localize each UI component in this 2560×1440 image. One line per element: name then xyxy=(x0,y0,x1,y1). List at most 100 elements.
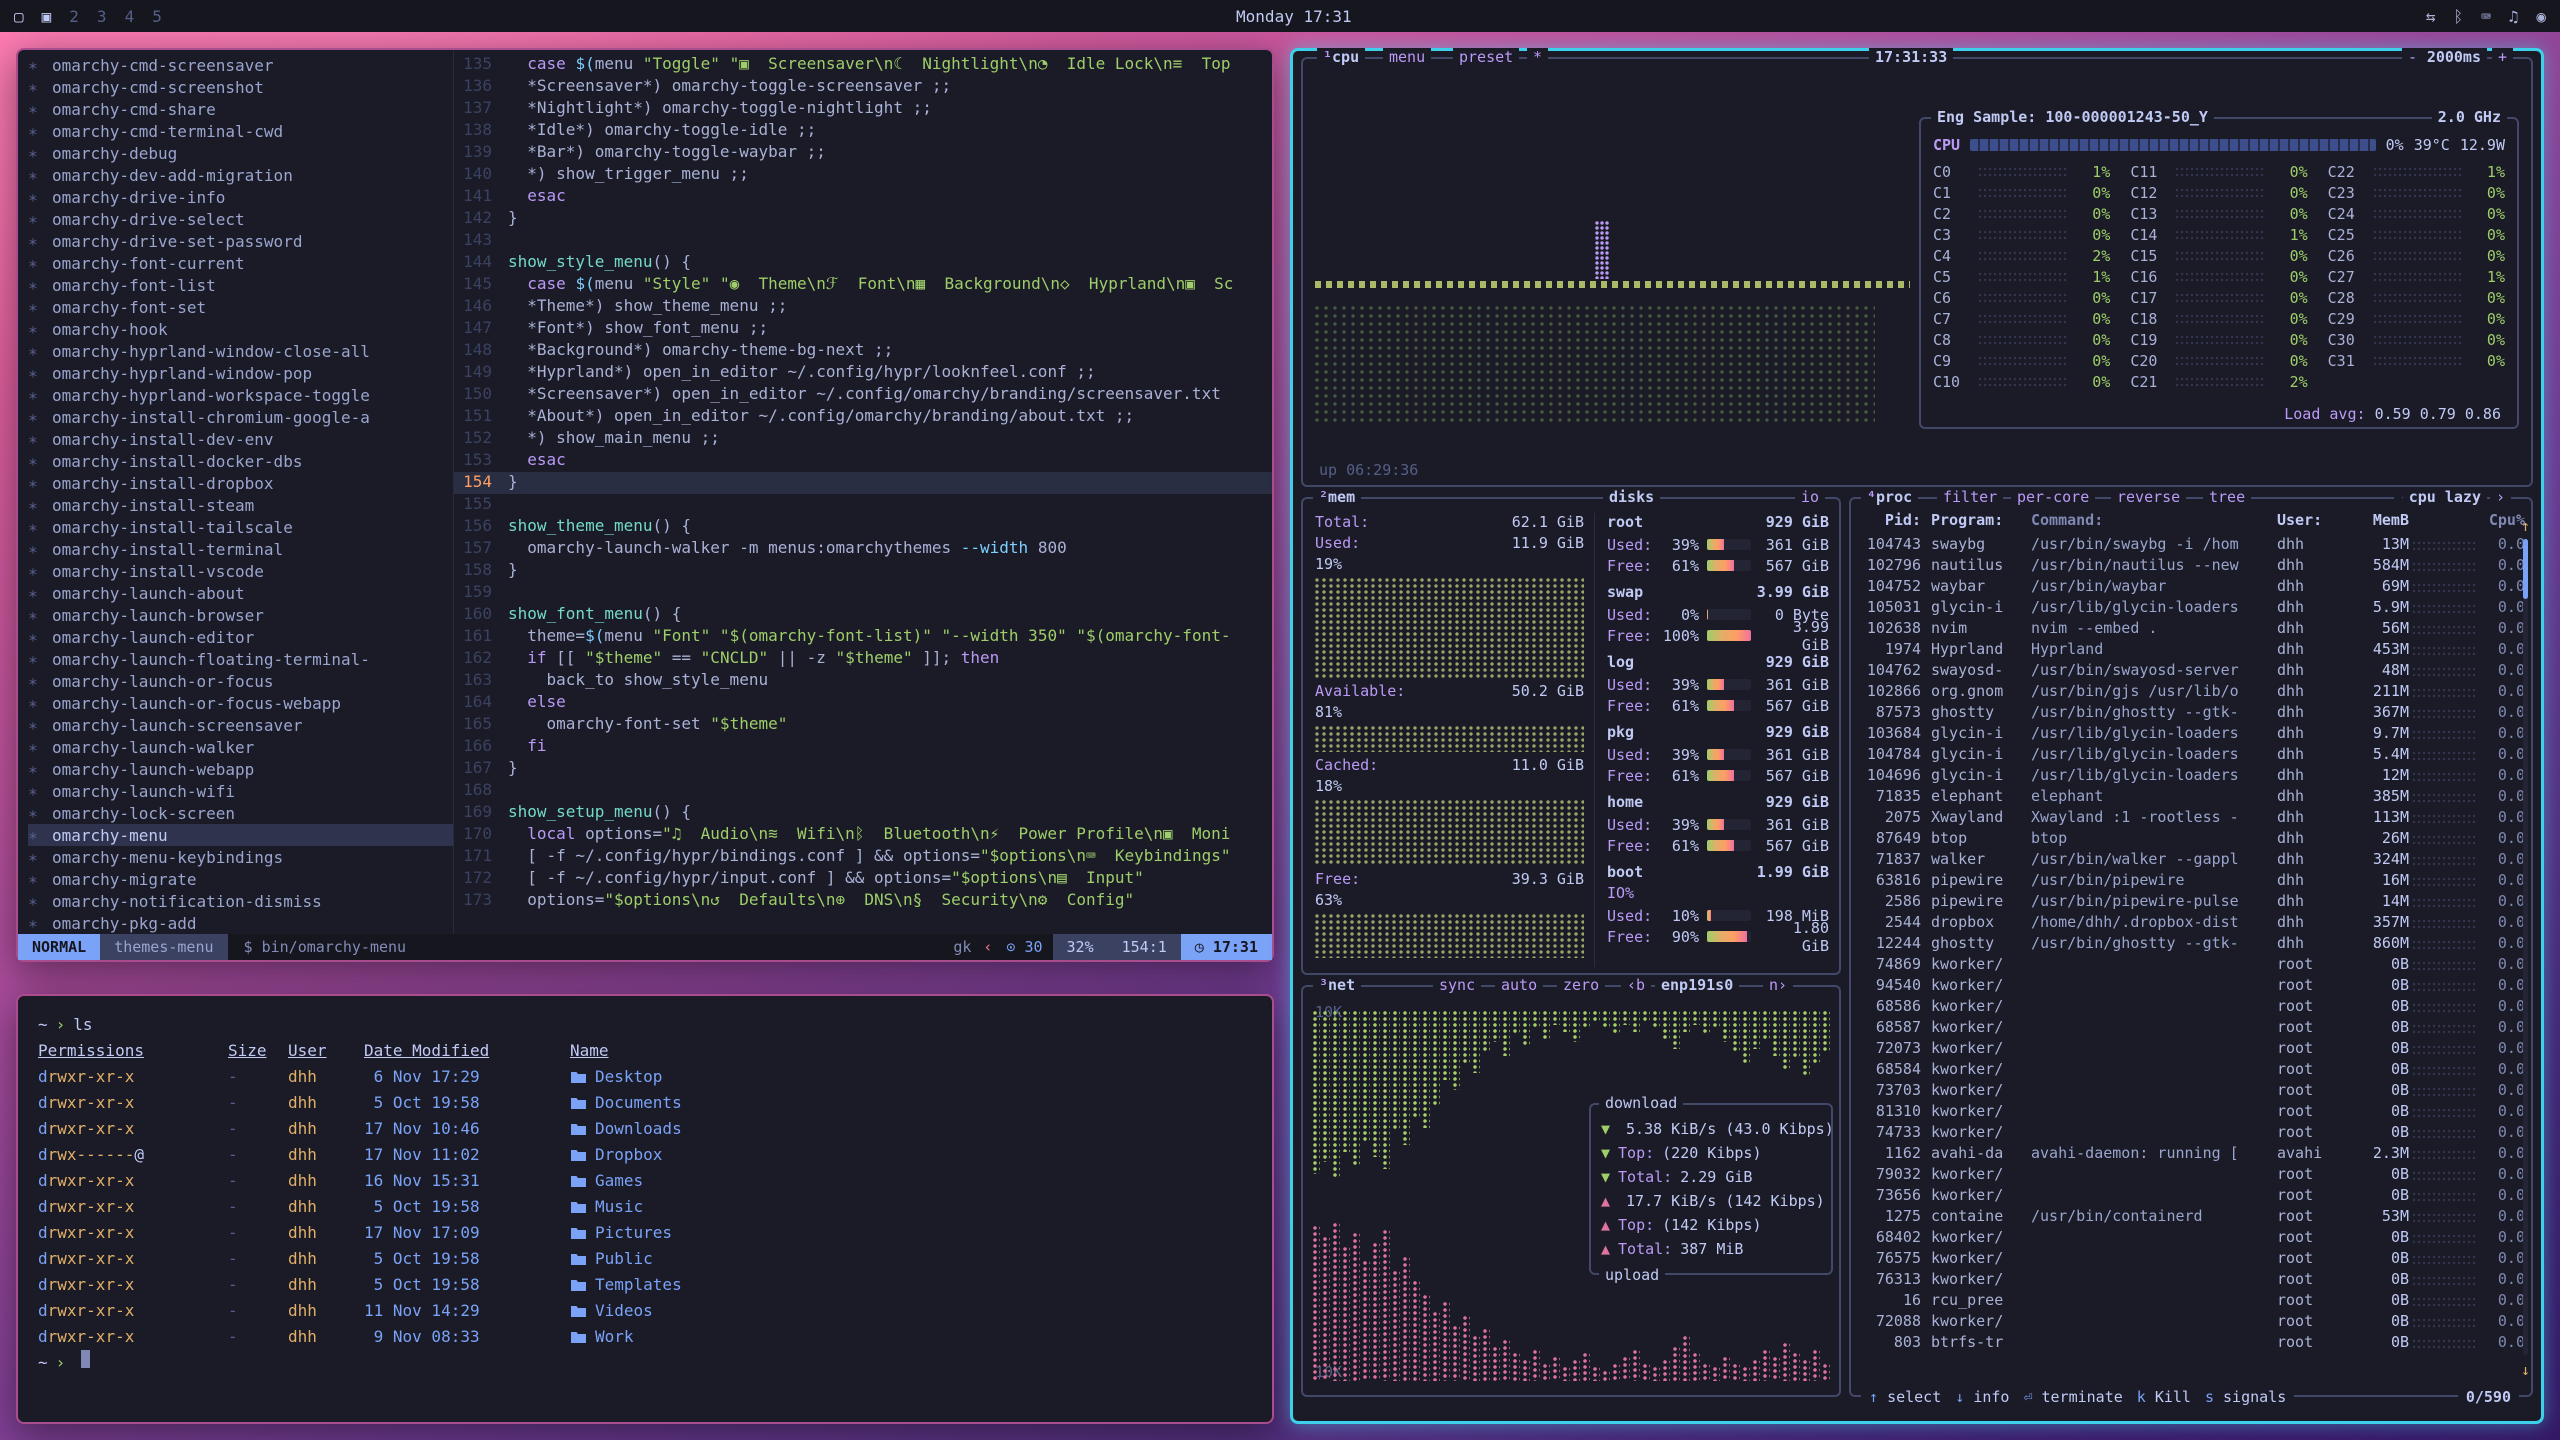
proc-row[interactable]: 72088 kworker/ root 0B 0.0 xyxy=(1859,1312,2525,1333)
iface-prev-button[interactable]: ‹b xyxy=(1621,976,1651,994)
tree-item[interactable]: ∗ omarchy-install-tailscale xyxy=(28,516,453,538)
tree-item[interactable]: ∗ omarchy-cmd-share xyxy=(28,98,453,120)
proc-row[interactable]: 102866 org.gnom /usr/bin/gjs /usr/lib/o … xyxy=(1859,682,2525,703)
proc-row[interactable]: 68402 kworker/ root 0B 0.0 xyxy=(1859,1228,2525,1249)
preset-button[interactable]: preset xyxy=(1453,48,1519,66)
tree-item[interactable]: ∗ omarchy-launch-browser xyxy=(28,604,453,626)
tree-item[interactable]: ∗ omarchy-hook xyxy=(28,318,453,340)
proc-row[interactable]: 87649 btop btop dhh 26M 0.0 xyxy=(1859,829,2525,850)
proc-row[interactable]: 2586 pipewire /usr/bin/pipewire-pulse dh… xyxy=(1859,892,2525,913)
io-mode-button[interactable]: io xyxy=(1795,488,1825,506)
proc-row[interactable]: 87573 ghostty /usr/bin/ghostty --gtk- dh… xyxy=(1859,703,2525,724)
proc-row[interactable]: 2544 dropbox /home/dhh/.dropbox-dist dhh… xyxy=(1859,913,2525,934)
tree-item[interactable]: ∗ omarchy-notification-dismiss xyxy=(28,890,453,912)
footer-key-button[interactable]: ↑ select xyxy=(1869,1388,1941,1406)
tree-item[interactable]: ∗ omarchy-lock-screen xyxy=(28,802,453,824)
workspace-item[interactable]: 5 xyxy=(152,7,162,26)
tray-icon[interactable]: ᛒ xyxy=(2453,7,2463,26)
tree-item[interactable]: ∗ omarchy-hyprland-window-pop xyxy=(28,362,453,384)
tree-item[interactable]: ∗ omarchy-drive-select xyxy=(28,208,453,230)
tree-item[interactable]: ∗ omarchy-drive-set-password xyxy=(28,230,453,252)
tree-item[interactable]: ∗ omarchy-install-steam xyxy=(28,494,453,516)
proc-row[interactable]: 74733 kworker/ root 0B 0.0 xyxy=(1859,1123,2525,1144)
tree-item[interactable]: ∗ omarchy-font-current xyxy=(28,252,453,274)
proc-row[interactable]: 79032 kworker/ root 0B 0.0 xyxy=(1859,1165,2525,1186)
net-auto-button[interactable]: auto xyxy=(1495,976,1543,994)
proc-row[interactable]: 104696 glycin-i /usr/lib/glycin-loaders … xyxy=(1859,766,2525,787)
proc-row[interactable]: 104784 glycin-i /usr/lib/glycin-loaders … xyxy=(1859,745,2525,766)
tray-icon[interactable]: ♫ xyxy=(2509,7,2519,26)
file-tree[interactable]: ∗ omarchy-cmd-screensaver ∗ omarchy-cmd-… xyxy=(18,50,454,934)
proc-row[interactable]: 1275 containe /usr/bin/containerd root 5… xyxy=(1859,1207,2525,1228)
tree-item[interactable]: ∗ omarchy-install-dev-env xyxy=(28,428,453,450)
tree-item[interactable]: ∗ omarchy-install-docker-dbs xyxy=(28,450,453,472)
tree-item[interactable]: ∗ omarchy-font-set xyxy=(28,296,453,318)
proc-row[interactable]: 76313 kworker/ root 0B 0.0 xyxy=(1859,1270,2525,1291)
tree-item[interactable]: ∗ omarchy-launch-wifi xyxy=(28,780,453,802)
footer-key-button[interactable]: ↓ info xyxy=(1955,1388,2009,1406)
scroll-up-icon[interactable]: ↑ xyxy=(2521,517,2530,535)
proc-row[interactable]: 73703 kworker/ root 0B 0.0 xyxy=(1859,1081,2525,1102)
tree-item[interactable]: ∗ omarchy-launch-editor xyxy=(28,626,453,648)
tree-item[interactable]: ∗ omarchy-launch-about xyxy=(28,582,453,604)
tree-item[interactable]: ∗ omarchy-launch-or-focus-webapp xyxy=(28,692,453,714)
tree-item[interactable]: ∗ omarchy-install-dropbox xyxy=(28,472,453,494)
workspace-item[interactable]: 3 xyxy=(97,7,107,26)
proc-row[interactable]: 2075 Xwayland Xwayland :1 -rootless - dh… xyxy=(1859,808,2525,829)
proc-row[interactable]: 16 rcu_pree root 0B 0.0 xyxy=(1859,1291,2525,1312)
proc-row[interactable]: 803 btrfs-tr root 0B 0.0 xyxy=(1859,1333,2525,1354)
net-zero-button[interactable]: zero xyxy=(1557,976,1605,994)
tree-item[interactable]: ∗ omarchy-debug xyxy=(28,142,453,164)
footer-key-button[interactable]: s signals xyxy=(2205,1388,2286,1406)
proc-row[interactable]: 105031 glycin-i /usr/lib/glycin-loaders … xyxy=(1859,598,2525,619)
scroll-down-icon[interactable]: ↓ xyxy=(2521,1361,2530,1379)
proc-row[interactable]: 103684 glycin-i /usr/lib/glycin-loaders … xyxy=(1859,724,2525,745)
terminal-window[interactable]: ~›ls Permissions Size User Date Modified… xyxy=(16,994,1274,1424)
tree-item[interactable]: ∗ omarchy-menu xyxy=(28,824,453,846)
tree-item[interactable]: ∗ omarchy-dev-add-migration xyxy=(28,164,453,186)
next-prompt[interactable]: ~› xyxy=(38,1350,1252,1376)
tree-button[interactable]: tree xyxy=(2203,488,2251,506)
tray-icon[interactable]: ⇆ xyxy=(2426,7,2436,26)
proc-row[interactable]: 104752 waybar /usr/bin/waybar dhh 69M 0.… xyxy=(1859,577,2525,598)
tree-item[interactable]: ∗ omarchy-install-chromium-google-a xyxy=(28,406,453,428)
proc-scrollbar-thumb[interactable] xyxy=(2523,539,2528,599)
tray-icon[interactable]: ⌨ xyxy=(2481,7,2491,26)
tree-item[interactable]: ∗ omarchy-cmd-screenshot xyxy=(28,76,453,98)
footer-key-button[interactable]: k Kill xyxy=(2137,1388,2191,1406)
tree-item[interactable]: ∗ omarchy-hyprland-window-close-all xyxy=(28,340,453,362)
tree-item[interactable]: ∗ omarchy-menu-keybindings xyxy=(28,846,453,868)
proc-row[interactable]: 74869 kworker/ root 0B 0.0 xyxy=(1859,955,2525,976)
proc-scrollbar[interactable] xyxy=(2523,539,2528,1355)
tree-item[interactable]: ∗ omarchy-pkg-add xyxy=(28,912,453,934)
proc-row[interactable]: 72073 kworker/ root 0B 0.0 xyxy=(1859,1039,2525,1060)
tree-item[interactable]: ∗ omarchy-drive-info xyxy=(28,186,453,208)
proc-row[interactable]: 68587 kworker/ root 0B 0.0 xyxy=(1859,1018,2525,1039)
proc-row[interactable]: 73656 kworker/ root 0B 0.0 xyxy=(1859,1186,2525,1207)
proc-row[interactable]: 1162 avahi-da avahi-daemon: running [ av… xyxy=(1859,1144,2525,1165)
proc-row[interactable]: 94540 kworker/ root 0B 0.0 xyxy=(1859,976,2525,997)
proc-row[interactable]: 81310 kworker/ root 0B 0.0 xyxy=(1859,1102,2525,1123)
interval-plus-button[interactable]: + xyxy=(2492,48,2513,66)
tree-item[interactable]: ∗ omarchy-launch-floating-terminal- xyxy=(28,648,453,670)
tree-item[interactable]: ∗ omarchy-install-terminal xyxy=(28,538,453,560)
per-core-button[interactable]: per-core xyxy=(2011,488,2095,506)
proc-row[interactable]: 1974 Hyprland Hyprland dhh 453M 0.0 xyxy=(1859,640,2525,661)
proc-row[interactable]: 12244 ghostty /usr/bin/ghostty --gtk- dh… xyxy=(1859,934,2525,955)
tree-item[interactable]: ∗ omarchy-font-list xyxy=(28,274,453,296)
reverse-button[interactable]: reverse xyxy=(2111,488,2186,506)
proc-row[interactable]: 63816 pipewire /usr/bin/pipewire dhh 16M… xyxy=(1859,871,2525,892)
proc-row[interactable]: 104743 swaybg /usr/bin/swaybg -i /hom dh… xyxy=(1859,535,2525,556)
tray-icon[interactable]: ◉ xyxy=(2536,7,2546,26)
tree-item[interactable]: ∗ omarchy-hyprland-workspace-toggle xyxy=(28,384,453,406)
workspace-item[interactable]: 4 xyxy=(125,7,135,26)
preset-star[interactable]: * xyxy=(1527,48,1548,66)
workspace-item[interactable]: ▢ xyxy=(14,7,24,26)
proc-row[interactable]: 102638 nvim nvim --embed . dhh 56M 0.0 xyxy=(1859,619,2525,640)
tree-item[interactable]: ∗ omarchy-launch-or-focus xyxy=(28,670,453,692)
menu-button[interactable]: menu xyxy=(1383,48,1431,66)
proc-row[interactable]: 68586 kworker/ root 0B 0.0 xyxy=(1859,997,2525,1018)
proc-row[interactable]: 76575 kworker/ root 0B 0.0 xyxy=(1859,1249,2525,1270)
footer-key-button[interactable]: ⏎ terminate xyxy=(2023,1388,2122,1406)
proc-row[interactable]: 68584 kworker/ root 0B 0.0 xyxy=(1859,1060,2525,1081)
